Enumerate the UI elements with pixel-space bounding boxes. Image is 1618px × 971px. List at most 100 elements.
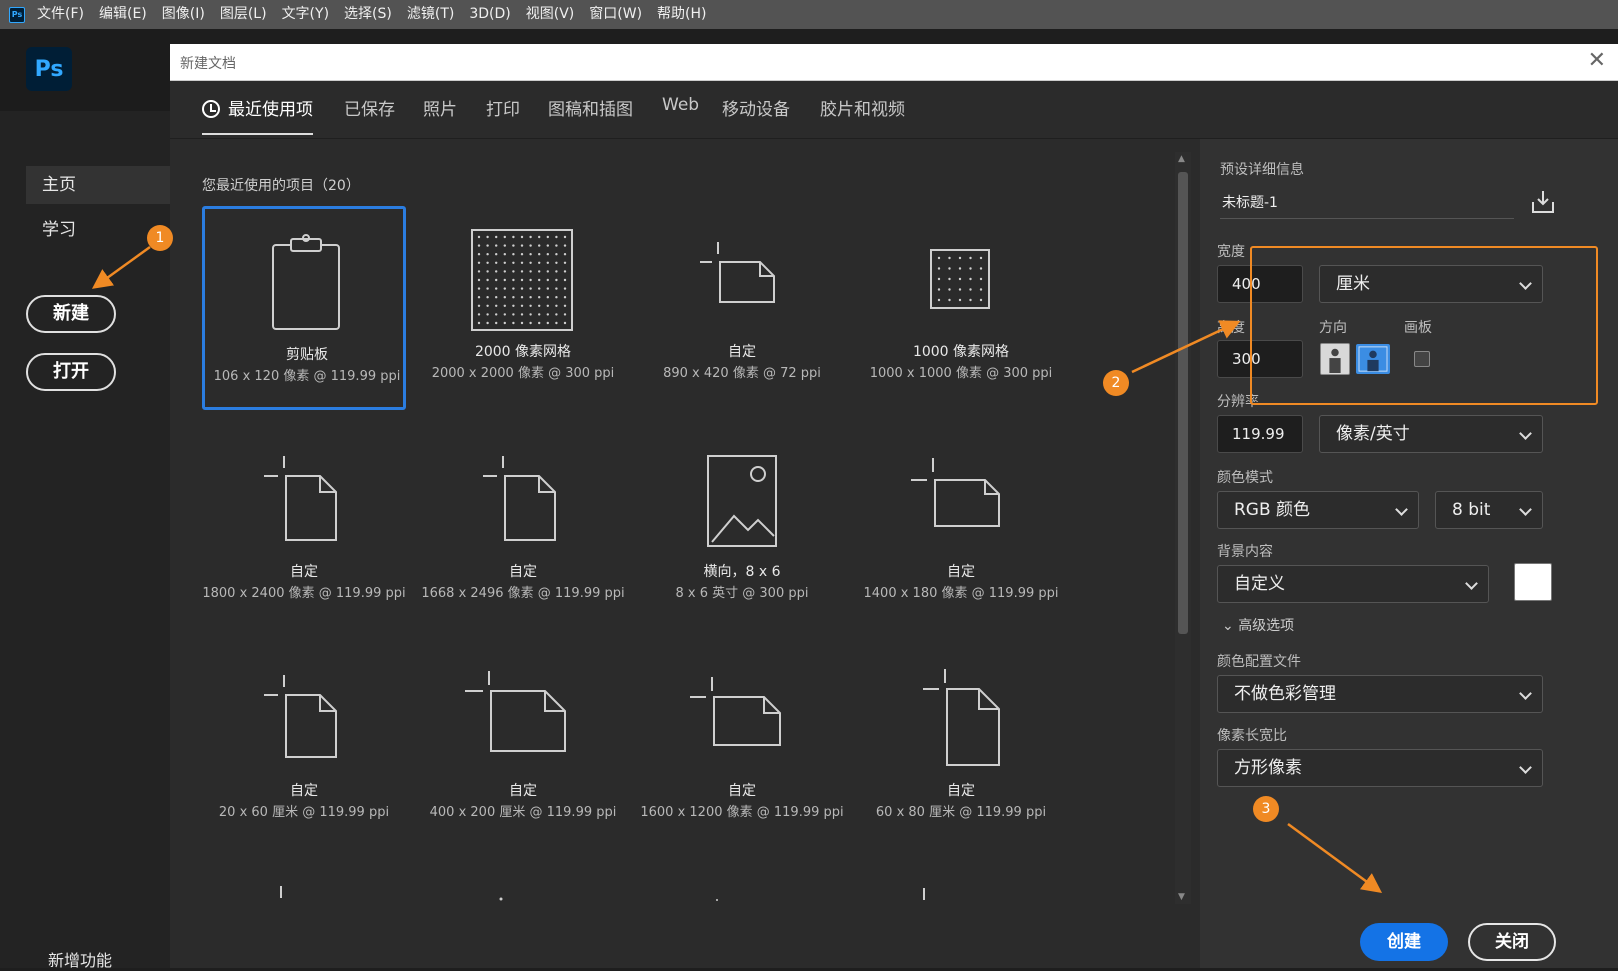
menu-image[interactable]: 图像(I): [162, 0, 205, 29]
scroll-down-icon[interactable]: ▼: [1178, 892, 1185, 902]
bit-depth-select[interactable]: 8 bit: [1435, 491, 1543, 529]
tab-web[interactable]: Web: [662, 95, 699, 135]
grid-dot: [512, 296, 515, 299]
preset-card[interactable]: 自定 1600 x 1200 像素 @ 119.99 ppi: [640, 645, 844, 849]
tab-print[interactable]: 打印: [486, 95, 520, 135]
grid-dot: [948, 256, 951, 260]
preset-name: 1000 像素网格: [912, 344, 1010, 360]
nav-home[interactable]: 主页: [26, 166, 170, 204]
size-highlight-box: [1250, 246, 1598, 405]
custom-doc-icon: [690, 677, 781, 746]
custom-doc-icon: [465, 671, 566, 752]
grid-dot: [495, 235, 498, 239]
grid-dot: [520, 253, 524, 256]
resolution-input[interactable]: 119.99: [1217, 415, 1303, 453]
grid-dot: [503, 278, 506, 282]
chevron-down-icon: [1519, 427, 1532, 440]
preset-name: 剪贴板: [286, 347, 328, 363]
grid-dot: [546, 287, 549, 290]
grid-dot: [520, 313, 524, 316]
grid-dot: [969, 298, 972, 302]
tab-film-video[interactable]: 胶片和视频: [820, 95, 905, 135]
grid-dot: [529, 287, 532, 290]
tab-art-illustration[interactable]: 图稿和插图: [548, 95, 633, 135]
grid-dot: [477, 253, 481, 256]
grid-dot: [486, 313, 489, 316]
grid-dot: [477, 244, 481, 247]
tab-mobile[interactable]: 移动设备: [722, 95, 790, 135]
preset-card[interactable]: 1000 像素网格 1000 x 1000 像素 @ 300 ppi: [859, 206, 1063, 410]
resolution-unit-select[interactable]: 像素/英寸: [1319, 415, 1543, 453]
grid-dot: [538, 287, 541, 290]
scroll-up-icon[interactable]: ▲: [1178, 154, 1185, 164]
tab-recent[interactable]: 最近使用项: [202, 95, 313, 135]
tab-photo[interactable]: 照片: [423, 95, 457, 135]
grid-dot: [546, 278, 549, 282]
color-profile-value: 不做色彩管理: [1234, 684, 1336, 704]
menu-file[interactable]: 文件(F): [37, 0, 84, 29]
grid-dot: [486, 270, 489, 273]
preset-card[interactable]: 2000 像素网格 2000 x 2000 像素 @ 300 ppi: [421, 206, 625, 410]
grid-dot: [563, 321, 567, 325]
menu-edit[interactable]: 编辑(E): [99, 0, 147, 29]
preset-card[interactable]: 横向，8 x 6 8 x 6 英寸 @ 300 ppi: [640, 426, 844, 630]
menu-window[interactable]: 窗口(W): [589, 0, 642, 29]
whats-new-link[interactable]: 新增功能: [48, 947, 112, 971]
photo-icon: [707, 455, 777, 547]
grid-dot: [555, 270, 558, 273]
preset-card[interactable]: 自定 400 x 200 厘米 @ 119.99 ppi: [421, 645, 625, 849]
menu-help[interactable]: 帮助(H): [657, 0, 706, 29]
chevron-down-icon: ⌄: [1222, 618, 1239, 634]
color-mode-select[interactable]: RGB 颜色: [1217, 491, 1419, 529]
close-icon[interactable]: ✕: [1588, 48, 1606, 73]
document-name-input[interactable]: 未标题-1: [1220, 187, 1514, 219]
grid-dot: [958, 256, 962, 260]
grid-dot: [477, 313, 481, 316]
preset-dims: 890 x 420 像素 @ 72 ppi: [663, 366, 821, 381]
menu-filter[interactable]: 滤镜(T): [407, 0, 454, 29]
preset-card[interactable]: 自定 1400 x 180 像素 @ 119.99 ppi: [859, 426, 1063, 630]
grid-dot: [555, 253, 558, 256]
preset-scrollbar[interactable]: ▲ ▼: [1175, 152, 1191, 904]
preset-card[interactable]: 自定 1668 x 2496 像素 @ 119.99 ppi: [421, 426, 625, 630]
scroll-thumb[interactable]: [1178, 172, 1188, 634]
grid-dot: [477, 270, 481, 273]
menu-layer[interactable]: 图层(L): [220, 0, 267, 29]
tab-saved[interactable]: 已保存: [344, 95, 395, 135]
grid-dot: [546, 235, 549, 239]
grid-dot: [563, 270, 567, 273]
preset-card[interactable]: 自定 890 x 420 像素 @ 72 ppi: [640, 206, 844, 410]
grid-dot: [495, 244, 498, 247]
menu-type[interactable]: 文字(Y): [282, 0, 329, 29]
preset-card[interactable]: 自定 20 x 60 厘米 @ 119.99 ppi: [202, 645, 406, 849]
grid-dot: [486, 278, 489, 282]
clipboard-icon: [272, 234, 340, 330]
pixel-aspect-select[interactable]: 方形像素: [1217, 749, 1543, 787]
open-button[interactable]: 打开: [26, 353, 116, 391]
new-button[interactable]: 新建: [26, 295, 116, 333]
save-preset-icon[interactable]: [1530, 189, 1556, 215]
menu-3d[interactable]: 3D(D): [469, 0, 510, 29]
grid-dot: [495, 313, 498, 316]
background-color-swatch[interactable]: [1514, 563, 1552, 601]
menu-select[interactable]: 选择(S): [344, 0, 392, 29]
grid-dot: [520, 235, 524, 239]
grid-dot: [538, 296, 541, 299]
tab-recent-label: 最近使用项: [228, 100, 313, 120]
create-button[interactable]: 创建: [1360, 923, 1448, 961]
preset-name: 自定: [728, 344, 756, 360]
grid-dot: [546, 313, 549, 316]
advanced-options-toggle[interactable]: ⌄ 高级选项: [1222, 615, 1294, 635]
background-select[interactable]: 自定义: [1217, 565, 1489, 603]
close-button[interactable]: 关闭: [1468, 923, 1556, 961]
clock-icon: [202, 100, 220, 118]
grid-dot: [495, 270, 498, 273]
preset-card[interactable]: 自定 60 x 80 厘米 @ 119.99 ppi: [859, 645, 1063, 849]
preset-card[interactable]: 剪贴板 106 x 120 像素 @ 119.99 ppi: [202, 206, 406, 410]
color-profile-select[interactable]: 不做色彩管理: [1217, 675, 1543, 713]
grid-dot: [979, 267, 983, 270]
grid-dot: [538, 313, 541, 316]
preset-card[interactable]: 自定 1800 x 2400 像素 @ 119.99 ppi: [202, 426, 406, 630]
menu-view[interactable]: 视图(V): [526, 0, 575, 29]
grid-dot: [495, 261, 498, 264]
